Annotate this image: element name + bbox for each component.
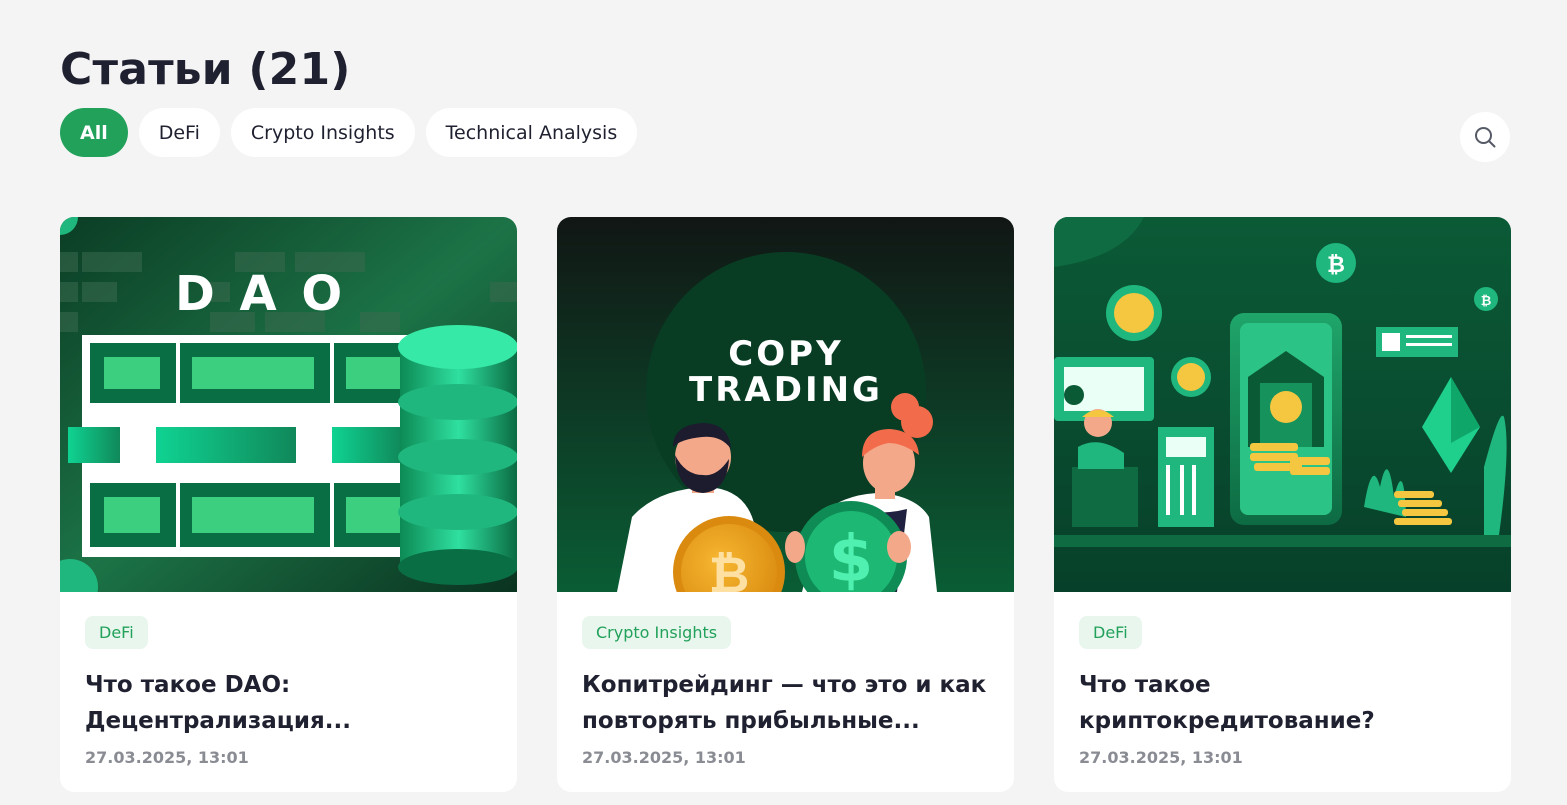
svg-text:₿: ₿	[1481, 294, 1492, 309]
article-card[interactable]: D A O DeFi Что такое DAO: Децентрализаци…	[60, 217, 517, 792]
article-card[interactable]: ₿ ₿ DeFi Что такое криптокредитование? 2…	[1054, 217, 1511, 792]
article-list: D A O DeFi Что такое DAO: Децентрализаци…	[60, 217, 1511, 792]
article-date: 27.03.2025, 13:01	[85, 748, 249, 767]
article-image-dao: D A O	[60, 217, 517, 592]
svg-text:$: $	[829, 523, 874, 592]
article-date: 27.03.2025, 13:01	[1079, 748, 1243, 767]
svg-text:₿: ₿	[1327, 253, 1345, 278]
copy-image-text: COPY	[728, 334, 843, 374]
page-title: Статьи (21)	[60, 44, 351, 95]
filter-crypto-insights[interactable]: Crypto Insights	[230, 108, 415, 157]
article-title[interactable]: Что такое DAO: Децентрализация...	[85, 667, 492, 739]
svg-text:₿: ₿	[709, 546, 750, 592]
filter-all[interactable]: All	[60, 108, 128, 157]
dao-image-text: D A O	[175, 266, 346, 322]
article-tag[interactable]: DeFi	[1079, 616, 1142, 649]
filter-technical-analysis[interactable]: Technical Analysis	[425, 108, 638, 157]
category-filters: All DeFi Crypto Insights Technical Analy…	[60, 108, 638, 157]
article-title[interactable]: Что такое криптокредитование?	[1079, 667, 1486, 739]
article-image-copy-trading: COPY TRADING ₿ $	[557, 217, 1014, 592]
article-tag[interactable]: Crypto Insights	[582, 616, 732, 649]
trading-image-text: TRADING	[689, 370, 883, 410]
article-image-crypto-lending: ₿ ₿	[1054, 217, 1511, 592]
search-button[interactable]	[1460, 112, 1510, 162]
search-icon	[1475, 127, 1496, 148]
article-tag[interactable]: DeFi	[85, 616, 148, 649]
filter-defi[interactable]: DeFi	[138, 108, 220, 157]
article-date: 27.03.2025, 13:01	[582, 748, 746, 767]
article-card[interactable]: COPY TRADING ₿ $ Crypto Insights Копитре…	[557, 217, 1014, 792]
article-title[interactable]: Копитрейдинг — что это и как повторять п…	[582, 667, 989, 739]
